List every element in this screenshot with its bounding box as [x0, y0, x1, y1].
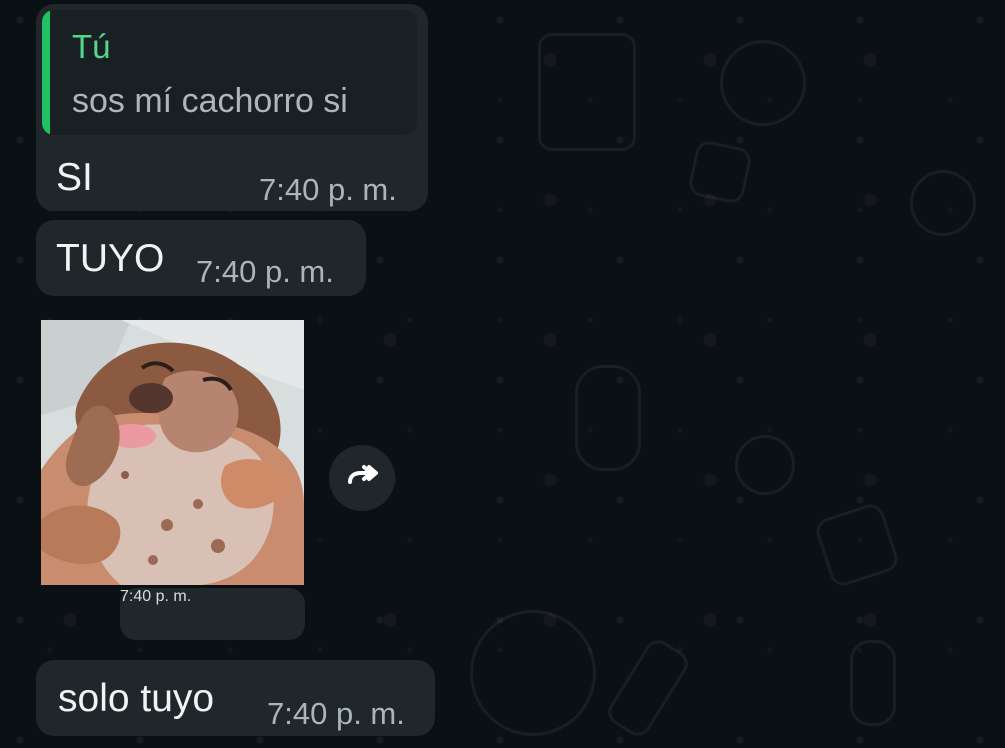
sticker-image[interactable]: [41, 320, 304, 585]
message-time: 7:40 p. m.: [259, 172, 397, 207]
message-time: 7:40 p. m.: [196, 254, 334, 289]
wallpaper-doodle: [538, 33, 636, 151]
wallpaper-doodle: [470, 610, 596, 736]
wallpaper-doodle: [735, 435, 795, 495]
wallpaper-doodle: [720, 40, 806, 126]
message-bubble[interactable]: solo tuyo 7:40 p. m.: [36, 660, 435, 736]
message-text: TUYO: [56, 237, 165, 280]
quote-bar: [42, 10, 50, 135]
wallpaper-doodle: [910, 170, 976, 236]
message-text: SI: [56, 156, 93, 199]
quoted-message[interactable]: Tú sos mí cachorro si: [42, 10, 417, 135]
wallpaper-doodle: [812, 500, 902, 590]
forward-icon: [348, 465, 378, 484]
message-time: 7:40 p. m.: [120, 588, 192, 605]
forward-button[interactable]: [329, 445, 395, 511]
dachshund-sticker-image: [41, 320, 304, 585]
quote-author: Tú: [72, 28, 111, 65]
wallpaper-doodle: [603, 635, 693, 741]
sticker-time-pill: 7:40 p. m.: [120, 588, 305, 640]
message-bubble[interactable]: TUYO 7:40 p. m.: [36, 220, 366, 296]
message-text: solo tuyo: [58, 677, 215, 720]
message-time: 7:40 p. m.: [267, 696, 405, 731]
wallpaper-doodle: [850, 640, 896, 726]
wallpaper-doodle: [686, 138, 754, 206]
message-bubble[interactable]: Tú sos mí cachorro si SI 7:40 p. m.: [36, 4, 428, 211]
quote-text: sos mí cachorro si: [72, 82, 348, 120]
wallpaper-doodle: [575, 365, 641, 471]
